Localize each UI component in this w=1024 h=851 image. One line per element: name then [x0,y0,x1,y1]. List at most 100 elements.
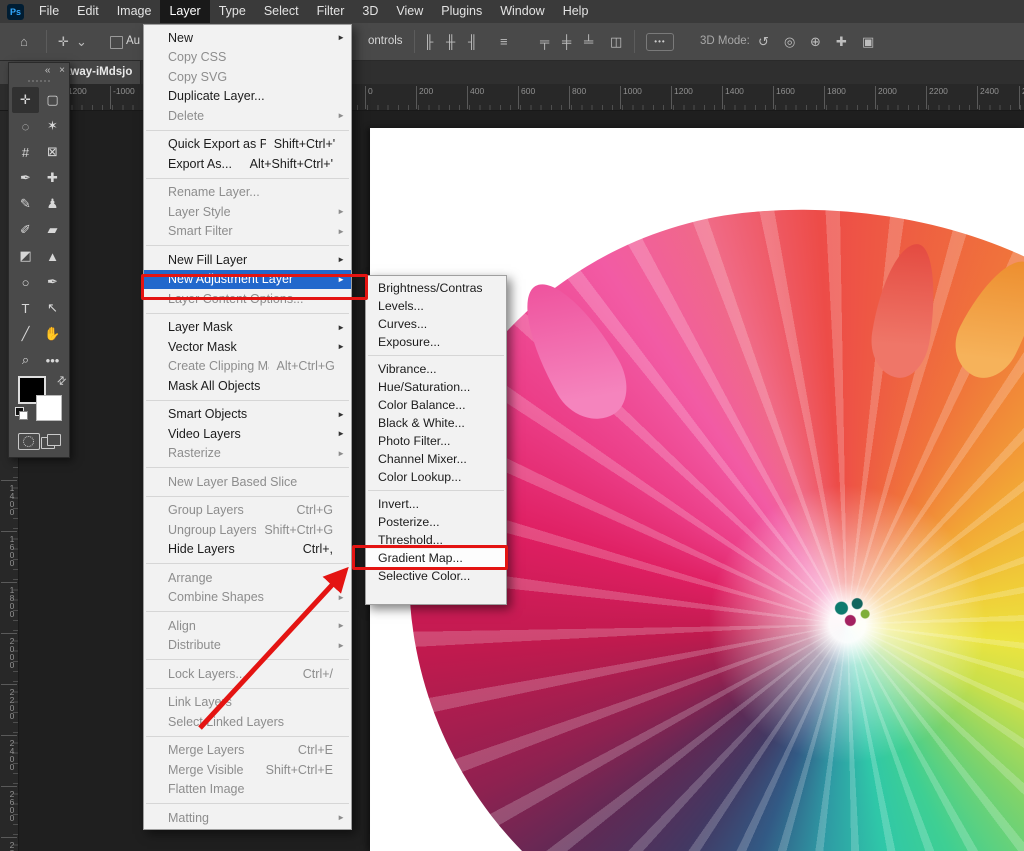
menubar-item[interactable]: 3D [353,0,387,23]
default-colors-icon[interactable] [15,407,27,419]
menubar-item[interactable]: Image [108,0,161,23]
layer-menu-item[interactable]: Align ► [144,616,351,636]
align-right-edges-icon[interactable]: ╢ [468,23,477,60]
adjustment-submenu-item[interactable]: Vibrance... [366,360,506,378]
layer-menu-item[interactable]: Arrange ► [144,568,351,588]
adjustment-submenu-item[interactable]: Curves... [366,315,506,333]
quick-mask-button[interactable] [18,433,40,450]
brush-tool-button[interactable]: ✎ [12,191,39,217]
move-tool-button[interactable]: ✛ [12,87,39,113]
move-tool-icon[interactable]: ✛ [58,23,69,60]
layer-menu-item[interactable]: Rename Layer... [144,183,351,203]
home-icon[interactable]: ⌂ [20,23,28,60]
adjustment-submenu-item[interactable]: Brightness/Contrast... [366,279,506,297]
menubar-item[interactable]: Select [255,0,308,23]
layer-menu-item[interactable]: Create Clipping Mask Alt+Ctrl+G [144,357,351,377]
adjustment-submenu-item[interactable]: Color Balance... [366,396,506,414]
layer-menu-item[interactable]: Combine Shapes ► [144,588,351,608]
adjustment-submenu-item[interactable]: Channel Mixer... [366,450,506,468]
pen-tool-button[interactable]: ✒ [39,269,66,295]
layer-menu-item[interactable]: Vector Mask ► [144,337,351,357]
adjustment-submenu-item[interactable]: Hue/Saturation... [366,378,506,396]
menubar-item[interactable]: View [387,0,432,23]
align-left-edges-icon[interactable]: ╟ [424,23,433,60]
layer-menu-item[interactable]: Delete ► [144,106,351,126]
screen-mode-button[interactable] [41,434,61,449]
line-tool-button[interactable]: ╱ [12,321,39,347]
clone-stamp-tool-button[interactable]: ♟ [39,191,66,217]
path-selection-tool-button[interactable]: ↖ [39,295,66,321]
layer-menu-item[interactable]: Group Layers Ctrl+G [144,501,351,521]
eyedropper-tool-button[interactable]: ✒ [12,165,39,191]
orbit-3d-icon[interactable]: ↺ [758,23,769,60]
menubar-item[interactable]: Window [491,0,553,23]
zoom-tool-button[interactable]: ⌕ [12,347,39,373]
align-horizontal-centers-icon[interactable]: ╫ [446,23,455,60]
adjustment-submenu-item[interactable]: Color Lookup... [366,468,506,486]
healing-brush-tool-button[interactable]: ✚ [39,165,66,191]
layer-menu-item[interactable]: Video Layers ► [144,424,351,444]
hand-tool-button[interactable]: ✋ [39,321,66,347]
layer-menu-item[interactable]: Flatten Image [144,780,351,800]
layer-menu-item[interactable]: New ► [144,28,351,48]
type-tool-button[interactable]: T [12,295,39,321]
object-selection-tool-button[interactable]: ✶ [39,113,66,139]
auto-select-checkbox[interactable] [110,36,123,49]
layer-menu-item[interactable]: Matting ► [144,808,351,828]
distribute-vertical-icon[interactable]: ◫ [610,23,622,60]
history-brush-tool-button[interactable]: ✐ [12,217,39,243]
rectangular-marquee-tool-button[interactable]: ▢ [39,87,66,113]
slide-3d-icon[interactable]: ✚ [836,23,847,60]
layer-menu-item[interactable]: Quick Export as PNG Shift+Ctrl+' [144,135,351,155]
layer-menu-item[interactable]: Ungroup Layers Shift+Ctrl+G [144,520,351,540]
gradient-tool-button[interactable]: ◩ [12,243,39,269]
menubar-item[interactable]: Type [210,0,255,23]
edit-toolbar-button[interactable]: ••• [39,347,66,373]
close-panel-icon[interactable]: × [59,65,65,76]
frame-tool-button[interactable]: ⊠ [39,139,66,165]
eraser-tool-button[interactable]: ▰ [39,217,66,243]
layer-menu-item[interactable]: Merge Layers Ctrl+E [144,741,351,761]
layer-menu-item[interactable]: Select Linked Layers [144,712,351,732]
dolly-camera-3d-icon[interactable]: ▣ [862,23,874,60]
dodge-tool-button[interactable]: ○ [12,269,39,295]
layer-menu-item[interactable]: Rasterize ► [144,444,351,464]
align-vertical-centers-icon[interactable]: ╪ [562,23,571,60]
adjustment-submenu-item[interactable]: Invert... [366,495,506,513]
menubar-item[interactable]: Plugins [432,0,491,23]
crop-tool-button[interactable]: # [12,139,39,165]
align-top-edges-icon[interactable]: ╤ [540,23,549,60]
layer-menu-item[interactable]: Lock Layers... Ctrl+/ [144,664,351,684]
layer-menu-item[interactable]: Copy SVG [144,67,351,87]
layer-menu-item[interactable]: Distribute ► [144,636,351,656]
menubar-item[interactable]: Filter [308,0,354,23]
layer-menu-item[interactable]: Duplicate Layer... [144,87,351,107]
distribute-horizontal-icon[interactable]: ≡ [500,23,508,60]
adjustment-submenu-item[interactable]: Levels... [366,297,506,315]
adjustment-submenu-item[interactable]: Exposure... [366,333,506,351]
blur-tool-button[interactable]: ▲ [39,243,66,269]
layer-menu-item[interactable]: Hide Layers Ctrl+, [144,540,351,560]
dropdown-chevron-icon[interactable]: ⌄ [76,23,87,60]
swap-colors-icon[interactable]: ⇄ [54,373,70,389]
layer-menu-item[interactable]: Smart Objects ► [144,405,351,425]
layer-menu-item[interactable]: New Layer Based Slice [144,472,351,492]
menubar-item[interactable]: Layer [160,0,209,23]
menubar-item[interactable]: Help [554,0,598,23]
adjustment-submenu-item[interactable]: Posterize... [366,513,506,531]
collapse-panel-icon[interactable]: « [45,65,51,76]
menubar-item[interactable]: Edit [68,0,108,23]
layer-menu-item[interactable]: Layer Mask ► [144,318,351,338]
lasso-tool-button[interactable]: ◌ [12,113,39,139]
layer-menu-item[interactable]: New Fill Layer ► [144,250,351,270]
layer-menu-item[interactable]: Layer Style ► [144,202,351,222]
menubar-item[interactable]: File [30,0,68,23]
pan-3d-icon[interactable]: ⊕ [810,23,821,60]
panel-grip[interactable] [28,80,50,84]
background-color-swatch[interactable] [36,395,62,421]
roll-3d-icon[interactable]: ◎ [784,23,795,60]
align-bottom-edges-icon[interactable]: ╧ [584,23,593,60]
layer-menu-item[interactable]: Copy CSS [144,48,351,68]
layer-menu-item[interactable]: Smart Filter ► [144,222,351,242]
more-options-button[interactable]: ••• [646,33,674,51]
